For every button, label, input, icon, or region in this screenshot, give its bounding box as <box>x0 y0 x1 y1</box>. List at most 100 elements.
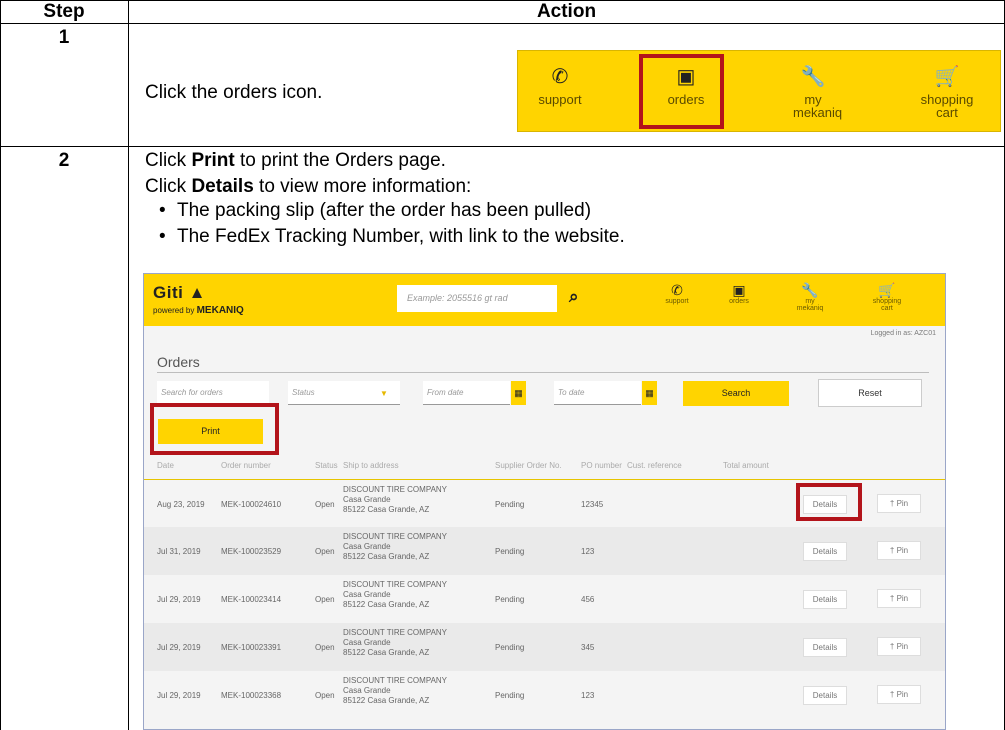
po-number: 12345 <box>581 500 604 509</box>
app-nav-orders[interactable]: ▣ orders <box>709 282 769 305</box>
pin-icon: † <box>889 499 895 508</box>
pin-label: Pin <box>896 642 909 651</box>
app-nav-my-mekaniq[interactable]: 🔧 my mekaniq <box>780 282 840 312</box>
pin-icon: † <box>889 546 895 555</box>
column-header: Order number <box>221 461 271 470</box>
table-border-left <box>0 0 1 730</box>
step-2-line-2-pre: Click <box>145 176 192 197</box>
column-header: Cust. reference <box>627 461 682 470</box>
ship-address: DISCOUNT TIRE COMPANY Casa Grande 85122 Ca… <box>343 676 447 706</box>
supplier-order: Pending <box>495 595 525 604</box>
column-header: Date <box>157 461 174 470</box>
calendar-icon[interactable]: ▦ <box>642 381 657 405</box>
pin-button[interactable]: † Pin <box>877 541 921 560</box>
pin-button[interactable]: † Pin <box>877 494 921 513</box>
order-date: Jul 29, 2019 <box>157 691 201 700</box>
pin-label: Pin <box>896 594 909 603</box>
orders-icon: ▣ <box>732 282 746 298</box>
nav-bar-screenshot: ✆ support ▣ orders 🔧 my mekaniq 🛒 shoppi… <box>517 50 1001 132</box>
po-number: 123 <box>581 547 595 556</box>
address-line: Casa Grande <box>343 686 391 695</box>
po-number: 456 <box>581 595 595 604</box>
step-2-line-2-bold: Details <box>191 176 254 197</box>
search-icon[interactable]: ⌕ <box>569 287 579 307</box>
app-nav-shopping-cart[interactable]: 🛒 shopping cart <box>857 282 917 312</box>
order-date: Jul 29, 2019 <box>157 643 201 652</box>
nav-shopping-cart-label: shopping cart <box>920 92 974 120</box>
order-status: Open <box>315 547 335 556</box>
details-button[interactable]: Details <box>803 638 847 657</box>
wrench-icon: 🔧 <box>801 282 819 298</box>
details-button[interactable]: Details <box>803 590 847 609</box>
table-row: Jul 29, 2019 MEK-100023414 Open DISCOUNT… <box>144 575 945 623</box>
pin-button[interactable]: † Pin <box>877 589 921 608</box>
pin-icon: † <box>889 690 895 699</box>
po-number: 123 <box>581 691 595 700</box>
chevron-down-icon: ▼ <box>380 389 388 398</box>
address-line: DISCOUNT TIRE COMPANY <box>343 485 448 494</box>
ship-address: DISCOUNT TIRE COMPANY Casa Grande 85122 Ca… <box>343 580 447 610</box>
step-2-number: 2 <box>58 150 70 171</box>
table-row: Jul 29, 2019 MEK-100023391 Open DISCOUNT… <box>144 623 945 671</box>
search-button[interactable]: Search <box>683 381 789 406</box>
app-header: Giti ▲ powered by MEKANIQ Example: 20555… <box>144 274 945 326</box>
address-line: DISCOUNT TIRE COMPANY <box>343 532 448 541</box>
logo-mark-icon: ▲ <box>188 283 206 302</box>
order-status: Open <box>315 595 335 604</box>
pin-button[interactable]: † Pin <box>877 637 921 656</box>
app-nav-shopping-cart-label: shopping cart <box>872 298 902 312</box>
address-line: 85122 Casa Grande, AZ <box>343 696 430 705</box>
cart-icon: 🛒 <box>878 282 896 298</box>
pin-button[interactable]: † Pin <box>877 685 921 704</box>
column-header: Ship to address <box>343 461 399 470</box>
orders-highlight-box <box>639 54 724 129</box>
address-line: Casa Grande <box>343 590 391 599</box>
details-button[interactable]: Details <box>803 542 847 561</box>
order-number: MEK-100024610 <box>221 500 282 509</box>
column-header: Supplier Order No. <box>495 461 562 470</box>
giti-logo: Giti ▲ <box>153 283 206 303</box>
ship-address: DISCOUNT TIRE COMPANY Casa Grande 85122 Ca… <box>343 485 447 515</box>
from-date-input[interactable]: From date <box>423 381 510 405</box>
pin-label: Pin <box>896 499 909 508</box>
order-number: MEK-100023414 <box>221 595 282 604</box>
nav-shopping-cart[interactable]: 🛒 shopping cart <box>902 51 992 131</box>
nav-support[interactable]: ✆ support <box>520 51 600 131</box>
details-highlight-box <box>796 483 862 521</box>
print-highlight-box <box>150 403 279 455</box>
address-line: 85122 Casa Grande, AZ <box>343 648 430 657</box>
app-nav-support[interactable]: ✆ support <box>647 282 707 305</box>
order-number: MEK-100023391 <box>221 643 282 652</box>
ship-address: DISCOUNT TIRE COMPANY Casa Grande 85122 Ca… <box>343 628 447 658</box>
address-line: 85122 Casa Grande, AZ <box>343 600 430 609</box>
address-line: 85122 Casa Grande, AZ <box>343 505 430 514</box>
nav-my-mekaniq[interactable]: 🔧 my mekaniq <box>773 51 853 131</box>
address-line: Casa Grande <box>343 495 391 504</box>
page-title: Orders <box>157 354 200 370</box>
order-date: Aug 23, 2019 <box>157 500 205 509</box>
step-2-line-2-post: to view more information: <box>253 176 472 197</box>
table-row: Jul 29, 2019 MEK-100023368 Open DISCOUNT… <box>144 671 945 719</box>
title-divider <box>157 372 929 373</box>
search-orders-input[interactable]: Search for orders <box>157 381 269 405</box>
app-nav-support-label: support <box>665 298 689 305</box>
order-number: MEK-100023529 <box>221 547 282 556</box>
address-line: 85122 Casa Grande, AZ <box>343 552 430 561</box>
step-2-line-1-pre: Click <box>145 150 192 171</box>
phone-icon: ✆ <box>551 66 569 88</box>
bullet-item: The FedEx Tracking Number, with link to … <box>159 224 625 250</box>
calendar-icon[interactable]: ▦ <box>511 381 526 405</box>
phone-icon: ✆ <box>671 282 683 298</box>
logo-sub-prefix: powered by <box>153 306 195 315</box>
reset-button[interactable]: Reset <box>818 379 922 407</box>
order-status: Open <box>315 643 335 652</box>
app-search-input[interactable]: Example: 2055516 gt rad <box>397 285 557 312</box>
order-date: Jul 29, 2019 <box>157 595 201 604</box>
step-2-line-2: Click Details to view more information: <box>145 176 471 198</box>
supplier-order: Pending <box>495 691 525 700</box>
logo-sub-brand: MEKANIQ <box>196 305 244 316</box>
address-line: Casa Grande <box>343 638 391 647</box>
details-button[interactable]: Details <box>803 686 847 705</box>
nav-my-mekaniq-label: my mekaniq <box>793 92 843 120</box>
to-date-input[interactable]: To date <box>554 381 641 405</box>
